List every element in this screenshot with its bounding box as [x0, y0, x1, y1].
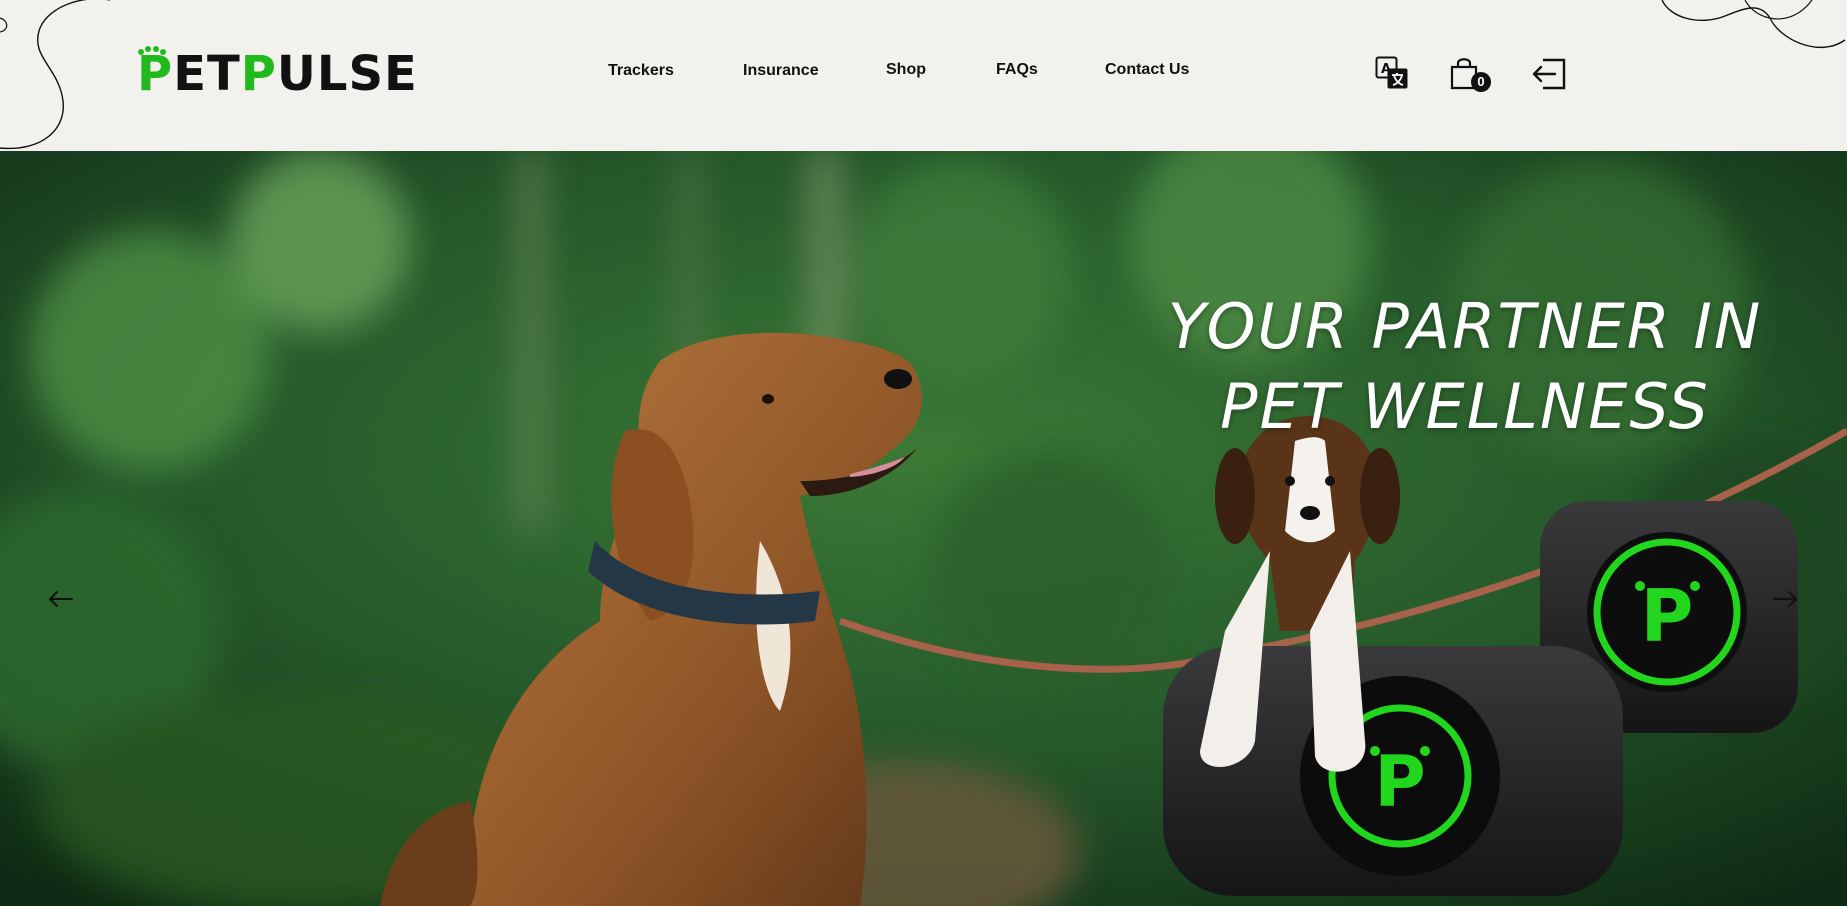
hero-image: P P	[0, 151, 1847, 906]
nav-item-faqs[interactable]: FAQs	[996, 61, 1038, 79]
svg-text:P: P	[1374, 741, 1425, 823]
arrow-left-icon[interactable]	[42, 581, 78, 617]
nav-item-contact-us[interactable]: Contact Us	[1105, 61, 1189, 79]
translate-icon[interactable]: A	[1375, 56, 1409, 90]
nav-item-shop[interactable]: Shop	[886, 61, 926, 79]
site-header: P ET P ULSE Trackers Insurance Shop FAQs Co…	[0, 0, 1847, 151]
nav-item-trackers[interactable]: Trackers	[608, 62, 674, 80]
hero-headline: YOUR PARTNER IN PET WELLNESS	[1100, 287, 1830, 447]
login-icon[interactable]	[1531, 58, 1567, 90]
cart-count-badge: 0	[1471, 72, 1491, 92]
hero-headline-line-1: YOUR PARTNER IN	[1167, 290, 1763, 363]
hero-banner: P P YOUR PARTNER IN PET WELLNESS	[0, 151, 1847, 906]
main-nav: Trackers Insurance Shop FAQs Contact Us	[0, 61, 1847, 90]
arrow-right-icon[interactable]	[1768, 581, 1804, 617]
hero-headline-line-2: PET WELLNESS	[1220, 370, 1710, 443]
svg-text:P: P	[1641, 574, 1694, 658]
nav-item-insurance[interactable]: Insurance	[743, 62, 819, 80]
